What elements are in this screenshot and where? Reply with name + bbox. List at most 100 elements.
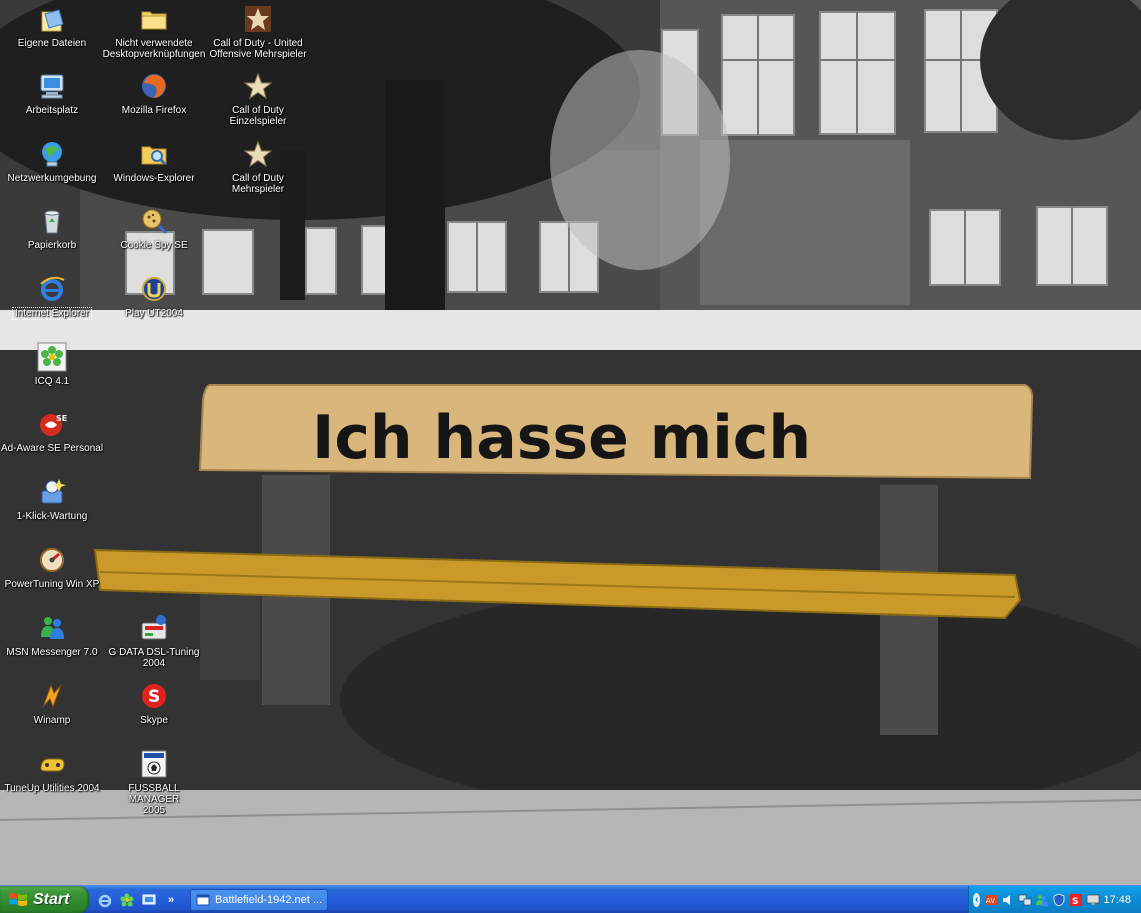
call-of-duty-star-icon (242, 3, 274, 35)
fussball-manager-icon (138, 748, 170, 780)
internet-explorer-icon (36, 273, 68, 305)
show-desktop-icon (142, 894, 156, 905)
desktop-icon-arbeitsplatz[interactable]: Arbeitsplatz (0, 70, 104, 116)
desktop-icon-internet-explorer[interactable]: Internet Explorer (0, 273, 104, 320)
call-of-duty-star-icon (242, 138, 274, 170)
desktop-icon-label: Nicht verwendete Desktopverknüpfungen (102, 38, 206, 60)
desktop-icon-powertuning[interactable]: PowerTuning Win XP (0, 544, 104, 590)
desktop-icon-fussball-manager[interactable]: FUSSBALL MANAGER 2005 (102, 748, 206, 816)
quicklaunch-internet-explorer[interactable] (96, 891, 114, 909)
bench-graffiti-text: Ich hasse mich (312, 403, 811, 473)
desktop-icon-tuneup-utilities[interactable]: TuneUp Utilities 2004 (0, 748, 104, 794)
quicklaunch-more-chevron[interactable]: » (168, 894, 174, 906)
winamp-icon (36, 680, 68, 712)
desktop-icon-label: Internet Explorer (12, 307, 92, 320)
browser-window-icon (196, 894, 210, 906)
powertuning-icon (36, 544, 68, 576)
desktop-icon-gdata-dsl-tuning[interactable]: G DATA DSL-Tuning 2004 (102, 612, 206, 669)
tray-security-shield[interactable] (1052, 893, 1066, 907)
desktop-icon-label: Cookie Spy SE (120, 240, 188, 251)
tray-monitor[interactable] (1086, 893, 1100, 907)
desktop-icon-label: MSN Messenger 7.0 (6, 647, 98, 658)
desktop-icon-1-klick-wartung[interactable]: 1-Klick-Wartung (0, 476, 104, 522)
desktop-icon-label: Windows-Explorer (113, 173, 195, 184)
ut2004-icon (138, 273, 170, 305)
desktop-icon-cod-singleplayer[interactable]: Call of Duty Einzelspieler (206, 70, 310, 127)
svg-text:SE: SE (56, 414, 67, 423)
desktop-icon-label: Papierkorb (27, 240, 77, 251)
desktop-icon-cod-multiplayer[interactable]: Call of Duty Mehrspieler (206, 138, 310, 195)
tray-msn[interactable] (1035, 893, 1049, 907)
desktop-icon-label: Ad-Aware SE Personal (0, 443, 104, 454)
ad-aware-icon: SE (36, 408, 68, 440)
volume-icon (1003, 894, 1011, 905)
desktop-icon-label: Winamp (33, 715, 71, 726)
desktop-icon-label: Call of Duty Mehrspieler (231, 173, 285, 195)
msn-tray-icon (1036, 894, 1049, 906)
desktop-icon-label: Skype (140, 715, 168, 726)
antivirus-icon: AV (985, 894, 998, 905)
desktop-icon-netzwerkumgebung[interactable]: Netzwerkumgebung (0, 138, 104, 184)
network-icon (1019, 894, 1032, 905)
tray-network[interactable] (1018, 893, 1032, 907)
icq-flower-icon (36, 341, 68, 373)
msn-messenger-icon (36, 612, 68, 644)
my-computer-icon (36, 70, 68, 102)
svg-text:S: S (1072, 897, 1078, 907)
one-click-maintenance-icon (36, 476, 68, 508)
security-shield-icon (1054, 893, 1065, 906)
desktop-icon-cookie-spy[interactable]: Cookie Spy SE (102, 205, 206, 251)
taskbar-window-title: Battlefield-1942.net ... (215, 894, 323, 906)
desktop-icon-unused-shortcuts-folder[interactable]: Nicht verwendete Desktopverknüpfungen (102, 3, 206, 60)
tray-antivirus[interactable]: AV (984, 893, 998, 907)
skype-tray-icon: S (1070, 893, 1083, 907)
call-of-duty-star-icon (242, 70, 274, 102)
desktop-icon-label: Call of Duty Einzelspieler (229, 105, 287, 127)
quicklaunch-show-desktop[interactable] (140, 891, 158, 909)
desktop-icon-ad-aware[interactable]: SE Ad-Aware SE Personal (0, 408, 104, 454)
recycle-bin-icon (36, 205, 68, 237)
taskbar: Start » Battlefield-1942.net ... ‹ AV S … (0, 885, 1141, 913)
windows-flag-icon (9, 892, 27, 906)
desktop-icon-firefox[interactable]: Mozilla Firefox (102, 70, 206, 116)
desktop-icon-label: Mozilla Firefox (121, 105, 187, 116)
desktop-icon-msn-messenger[interactable]: MSN Messenger 7.0 (0, 612, 104, 658)
desktop-icon-label: PowerTuning Win XP (4, 579, 100, 590)
network-places-icon (36, 138, 68, 170)
desktop-icon-label: TuneUp Utilities 2004 (4, 783, 100, 794)
skype-icon: S (138, 680, 170, 712)
tray-volume[interactable] (1001, 893, 1015, 907)
internet-explorer-icon (98, 894, 112, 908)
desktop-icon-windows-explorer[interactable]: Windows-Explorer (102, 138, 206, 184)
quicklaunch-icq[interactable] (118, 891, 136, 909)
desktop-icon-label: Call of Duty - United Offensive Mehrspie… (209, 38, 307, 60)
quick-launch-bar: » (96, 890, 174, 910)
start-button[interactable]: Start (0, 886, 89, 913)
tray-skype[interactable]: S (1069, 893, 1083, 907)
tray-expand-button[interactable]: ‹ (973, 892, 981, 907)
windows-explorer-icon (138, 138, 170, 170)
monitor-icon (1087, 894, 1100, 905)
desktop-icon-label: FUSSBALL MANAGER 2005 (128, 783, 180, 816)
desktop-icon-skype[interactable]: S Skype (102, 680, 206, 726)
desktop-icon-label: Play UT2004 (125, 308, 183, 319)
desktop-icon-label: ICQ 4.1 (34, 376, 70, 387)
desktop-icon-play-ut2004[interactable]: Play UT2004 (102, 273, 206, 319)
taskbar-window-button[interactable]: Battlefield-1942.net ... (190, 889, 328, 911)
taskbar-clock[interactable]: 17:48 (1103, 894, 1131, 906)
desktop-icon-icq[interactable]: ICQ 4.1 (0, 341, 104, 387)
icq-flower-icon (120, 893, 134, 907)
system-tray: ‹ AV S 17:48 (968, 886, 1141, 913)
desktop-icon-label: 1-Klick-Wartung (16, 511, 88, 522)
folder-icon (138, 3, 170, 35)
tuneup-icon (36, 748, 68, 780)
desktop-icon-eigene-dateien[interactable]: Eigene Dateien (0, 3, 104, 49)
my-documents-icon (36, 3, 68, 35)
firefox-icon (138, 70, 170, 102)
desktop-icon-papierkorb[interactable]: Papierkorb (0, 205, 104, 251)
desktop-icon-label: G DATA DSL-Tuning 2004 (108, 647, 200, 669)
start-label: Start (33, 890, 70, 908)
desktop-icon-cod-united-offensive[interactable]: Call of Duty - United Offensive Mehrspie… (206, 3, 310, 60)
desktop-icon-winamp[interactable]: Winamp (0, 680, 104, 726)
svg-text:S: S (148, 687, 160, 707)
